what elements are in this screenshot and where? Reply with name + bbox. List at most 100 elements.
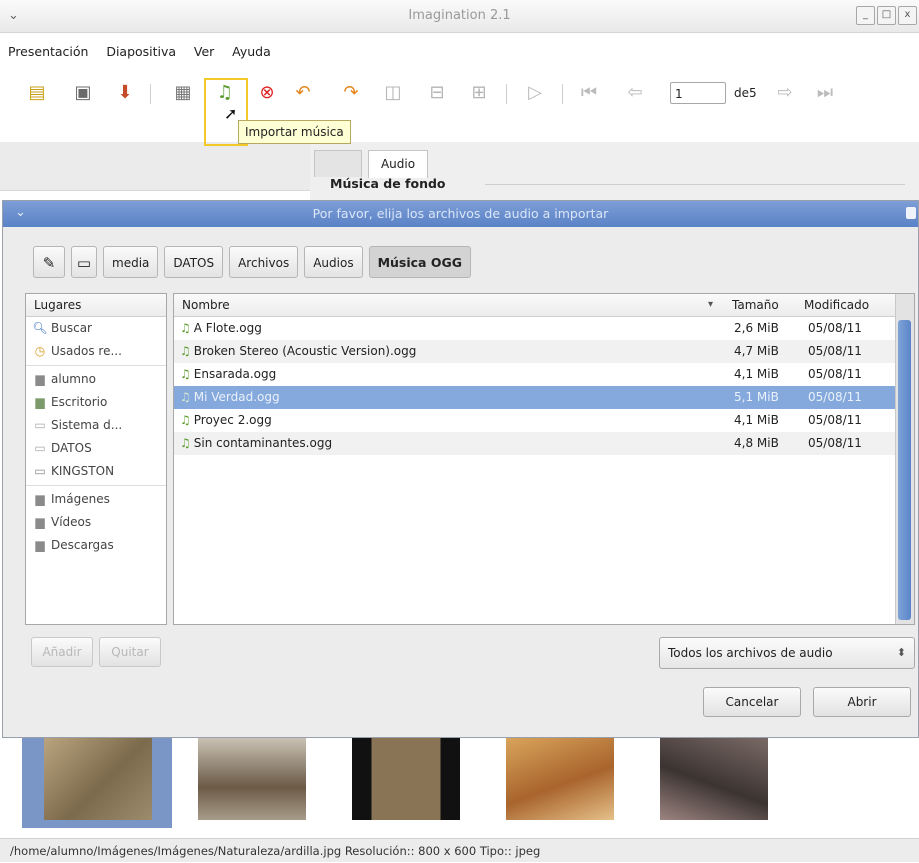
dialog-title: Por favor, elija los archivos de audio a…	[312, 206, 609, 221]
last-slide-icon[interactable]: ⏭	[814, 82, 836, 104]
file-chooser-dialog: ⌄ Por favor, elija los archivos de audio…	[2, 200, 919, 738]
column-size-header[interactable]: Tamaño	[732, 294, 779, 316]
place-videos[interactable]: ▆ Vídeos	[26, 511, 166, 534]
audio-file-icon: ♫	[180, 367, 191, 381]
tab-video[interactable]	[314, 150, 362, 177]
preview-icon[interactable]: ▷	[524, 82, 546, 104]
file-row[interactable]: ♫ Proyec 2.ogg 4,1 MiB 05/08/11	[174, 409, 896, 432]
file-row[interactable]: ♫ A Flote.ogg 2,6 MiB 05/08/11	[174, 317, 896, 340]
open-icon[interactable]: ▣	[72, 82, 94, 104]
folder-icon: ▆	[35, 538, 45, 552]
zoom-fit-icon[interactable]: ◫	[382, 82, 404, 104]
slide-thumbnail[interactable]	[506, 738, 614, 820]
edit-location-icon[interactable]: ✎	[33, 246, 65, 278]
page-number-input[interactable]: 1	[670, 82, 726, 104]
audio-file-icon: ♫	[180, 321, 191, 335]
cancel-button[interactable]: Cancelar	[703, 687, 801, 717]
folder-icon: ▆	[35, 515, 45, 529]
audio-file-icon: ♫	[180, 413, 191, 427]
file-row[interactable]: ♫ Broken Stereo (Acoustic Version).ogg 4,…	[174, 340, 896, 363]
main-titlebar: ⌄ Imagination 2.1 _ □ x	[0, 0, 919, 33]
first-slide-icon[interactable]: ⏮	[578, 82, 600, 104]
drive-icon: ▭	[34, 441, 46, 455]
background-music-label: Música de fondo	[330, 176, 446, 191]
add-place-button[interactable]: Añadir	[31, 637, 93, 667]
new-icon[interactable]: ▤	[26, 82, 48, 104]
path-bar: ✎ ▭ media DATOS Archivos Audios Música O…	[33, 245, 471, 279]
dialog-close-button[interactable]	[906, 207, 916, 219]
window-title: Imagination 2.1	[408, 8, 511, 23]
rotate-right-icon[interactable]: ↷	[340, 82, 362, 104]
zoom-in-icon[interactable]: ⊞	[468, 82, 490, 104]
rotate-left-icon[interactable]: ↶	[292, 82, 314, 104]
menu-ver[interactable]: Ver	[194, 44, 214, 59]
open-button[interactable]: Abrir	[813, 687, 911, 717]
zoom-out-icon[interactable]: ⊟	[426, 82, 448, 104]
path-crumb-archivos[interactable]: Archivos	[229, 246, 299, 278]
mouse-cursor-icon: ➚	[224, 104, 238, 123]
slide-thumbnail[interactable]	[352, 738, 460, 820]
save-icon[interactable]: ⬇	[114, 82, 136, 104]
drive-root-icon[interactable]: ▭	[71, 246, 97, 278]
next-slide-icon[interactable]: ⇨	[774, 82, 796, 104]
usb-drive-icon: ▭	[34, 464, 46, 478]
place-datos[interactable]: ▭ DATOS	[26, 437, 166, 460]
file-row[interactable]: ♫ Ensarada.ogg 4,1 MiB 05/08/11	[174, 363, 896, 386]
slide-thumbnail[interactable]	[660, 738, 768, 820]
place-escritorio[interactable]: ▆ Escritorio	[26, 391, 166, 414]
drive-icon: ▭	[34, 418, 46, 432]
path-crumb-media[interactable]: media	[103, 246, 159, 278]
import-pictures-icon[interactable]: ▦	[172, 82, 194, 104]
menu-diapositiva[interactable]: Diapositiva	[106, 44, 176, 59]
file-list: Nombre ▾ Tamaño Modificado ♫ A Flote.ogg …	[173, 293, 915, 625]
tab-audio[interactable]: Audio	[368, 150, 428, 178]
frame-divider	[485, 184, 905, 185]
place-kingston[interactable]: ▭ KINGSTON	[26, 460, 166, 483]
delete-icon[interactable]: ⊗	[256, 82, 278, 104]
menu-ayuda[interactable]: Ayuda	[232, 44, 271, 59]
folder-icon: ▆	[35, 492, 45, 506]
file-row[interactable]: ♫ Sin contaminantes.ogg 4,8 MiB 05/08/11	[174, 432, 896, 455]
audio-file-icon: ♫	[180, 344, 191, 358]
menu-presentacion[interactable]: Presentación	[8, 44, 88, 59]
place-buscar[interactable]: 🔍︎ Buscar	[26, 317, 166, 340]
close-button[interactable]: x	[898, 6, 917, 25]
page-count-label: de5	[734, 86, 757, 100]
dialog-titlebar: ⌄ Por favor, elija los archivos de audio…	[3, 201, 918, 227]
slide-thumbnail[interactable]	[44, 738, 152, 820]
column-name-header[interactable]: Nombre	[182, 294, 230, 316]
place-usados-recientemente[interactable]: ◷ Usados re...	[26, 340, 166, 363]
places-pane: Lugares 🔍︎ Buscar ◷ Usados re... ▆ alumno ▆…	[25, 293, 167, 625]
slide-list-panel	[0, 142, 310, 191]
previous-slide-icon[interactable]: ⇦	[624, 82, 646, 104]
path-crumb-musica-ogg[interactable]: Música OGG	[368, 246, 471, 278]
slide-thumbnail[interactable]	[198, 738, 306, 820]
place-sistema-de-archivos[interactable]: ▭ Sistema d...	[26, 414, 166, 437]
desktop-icon: ▆	[35, 395, 45, 409]
sort-chevron-down-icon: ▾	[708, 299, 714, 310]
path-crumb-audios[interactable]: Audios	[304, 246, 363, 278]
tooltip: Importar música	[238, 120, 351, 144]
file-list-scrollbar[interactable]	[895, 294, 914, 624]
remove-place-button[interactable]: Quitar	[99, 637, 161, 667]
column-modified-header[interactable]: Modificado	[804, 294, 869, 316]
place-descargas[interactable]: ▆ Descargas	[26, 534, 166, 557]
file-row-selected[interactable]: ♫ Mi Verdad.ogg 5,1 MiB 05/08/11	[174, 386, 896, 409]
toolbar: ▤ ▣ ⬇ ▦ ♫ ⊗ ↶ ↷ ◫ ⊟ ⊞ ▷ ⏮ ⇦ 1 de5 ⇨ ⏭	[0, 74, 919, 114]
status-bar: /home/alumno/Imágenes/Imágenes/Naturalez…	[0, 838, 919, 862]
file-type-filter-select[interactable]: Todos los archivos de audio ⬍	[659, 637, 915, 669]
path-crumb-datos[interactable]: DATOS	[164, 246, 224, 278]
file-list-header: Nombre ▾ Tamaño Modificado	[174, 294, 896, 317]
minimize-button[interactable]: _	[856, 6, 875, 25]
search-icon: 🔍︎	[32, 321, 48, 335]
audio-file-icon: ♫	[180, 436, 191, 450]
places-header[interactable]: Lugares	[26, 294, 166, 317]
menubar: Presentación Diapositiva Ver Ayuda	[0, 44, 919, 66]
select-arrows-icon: ⬍	[896, 646, 906, 659]
audio-file-icon: ♫	[180, 390, 191, 404]
place-alumno[interactable]: ▆ alumno	[26, 368, 166, 391]
place-imagenes[interactable]: ▆ Imágenes	[26, 488, 166, 511]
scrollbar-thumb[interactable]	[898, 320, 911, 620]
maximize-button[interactable]: □	[877, 6, 896, 25]
recent-icon: ◷	[34, 344, 46, 358]
